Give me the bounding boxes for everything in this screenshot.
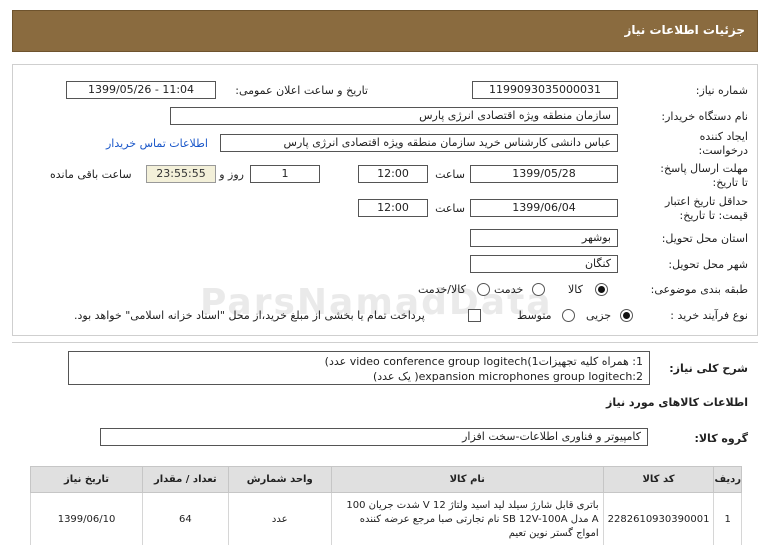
- page-header: جزئیات اطلاعات نیاز: [12, 10, 758, 52]
- cell-date: 1399/06/10: [29, 492, 144, 545]
- cell-unit: عدد: [227, 492, 332, 545]
- col-row: ردیف: [713, 466, 742, 493]
- remaining-time-field: 23:55:55: [146, 165, 216, 183]
- cell-code: 2282610930390001: [602, 492, 715, 545]
- goods-table: ردیف کد کالا نام کالا واحد شمارش تعداد /…: [29, 466, 742, 545]
- province-field[interactable]: بوشهر: [470, 229, 618, 247]
- validity-time-label: ساعت: [435, 202, 465, 215]
- category-both-label: کالا/خدمت: [418, 283, 466, 296]
- table-row[interactable]: 1 2282610930390001 باتری قابل شارژ سیلد …: [29, 492, 742, 545]
- process-minor-label: جزیی: [586, 309, 612, 322]
- buyer-org-label: نام دستگاه خریدار:: [661, 110, 748, 123]
- goods-group-label: گروه کالا:: [694, 432, 748, 445]
- cell-row: 1: [713, 492, 742, 545]
- buyer-org-field[interactable]: سازمان منطقه ویژه اقتصادی انرژی پارس: [170, 107, 618, 125]
- goods-group-field[interactable]: کامپیوتر و فناوری اطلاعات-سخت افزار: [100, 428, 648, 446]
- goods-table-header: ردیف کد کالا نام کالا واحد شمارش تعداد /…: [29, 466, 742, 493]
- need-number-field[interactable]: 1199093035000031: [472, 81, 618, 99]
- description-line-1: 1: همراه کلیه تجهیزات1)video conference …: [324, 355, 643, 368]
- page-title: جزئیات اطلاعات نیاز: [624, 23, 745, 37]
- buyer-contact-link[interactable]: اطلاعات تماس خریدار: [106, 137, 208, 150]
- process-minor-radio[interactable]: [620, 309, 633, 322]
- cell-qty: 64: [142, 492, 229, 545]
- category-both-radio[interactable]: [477, 283, 490, 296]
- announce-date-label: تاریخ و ساعت اعلان عمومی:: [235, 84, 368, 97]
- remaining-time-label: ساعت باقی مانده: [50, 168, 132, 181]
- col-unit: واحد شمارش: [227, 466, 332, 493]
- city-label: شهر محل تحویل:: [668, 258, 748, 271]
- col-code: کد کالا: [602, 466, 715, 493]
- treasury-bond-checkbox[interactable]: [468, 309, 481, 322]
- validity-label-1: حداقل تاریخ اعتبار: [664, 195, 748, 208]
- category-goods-radio[interactable]: [595, 283, 608, 296]
- process-medium-label: متوسط: [517, 309, 552, 322]
- days-remaining-field[interactable]: 1: [250, 165, 320, 183]
- goods-section-title: اطلاعات کالاهای مورد نیاز: [606, 396, 748, 409]
- days-label: روز و: [219, 168, 244, 181]
- col-qty: تعداد / مقدار: [142, 466, 229, 493]
- deadline-time-label: ساعت: [435, 168, 465, 181]
- category-service-radio[interactable]: [532, 283, 545, 296]
- deadline-label-2: تا تاریخ:: [712, 176, 748, 189]
- requester-label-1: ایجاد کننده: [699, 130, 748, 143]
- process-medium-radio[interactable]: [562, 309, 575, 322]
- process-type-label: نوع فرآیند خرید :: [670, 309, 748, 322]
- description-box: 1: همراه کلیه تجهیزات1)video conference …: [68, 351, 650, 385]
- province-label: استان محل تحویل:: [661, 232, 748, 245]
- announce-date-field[interactable]: 1399/05/26 - 11:04: [66, 81, 216, 99]
- need-number-label: شماره نیاز:: [695, 84, 748, 97]
- description-line-2: expansion microphones group logitech:2( …: [372, 370, 643, 383]
- category-goods-label: کالا: [568, 283, 583, 296]
- requester-label-2: درخواست:: [698, 144, 748, 157]
- cell-name-line-1: باتری قابل شارژ سیلد لید اسید ولتاژ 12 V…: [346, 499, 599, 511]
- cell-name: باتری قابل شارژ سیلد لید اسید ولتاژ 12 V…: [330, 492, 604, 545]
- col-date: تاریخ نیاز: [29, 466, 144, 493]
- col-name: نام کالا: [330, 466, 604, 493]
- cell-name-line-2: A مدل SB 12V-100A نام تجارتی صبا مرجع عر…: [359, 513, 599, 525]
- deadline-date-field[interactable]: 1399/05/28: [470, 165, 618, 183]
- cell-name-line-3: امواج گستر نوین تعیم: [508, 527, 599, 539]
- validity-time-field[interactable]: 12:00: [358, 199, 428, 217]
- treasury-bond-note: پرداخت تمام یا بخشی از مبلغ خرید،از محل …: [74, 309, 425, 322]
- validity-date-field[interactable]: 1399/06/04: [470, 199, 618, 217]
- city-field[interactable]: کنگان: [470, 255, 618, 273]
- description-label: شرح کلی نیاز:: [669, 362, 748, 375]
- deadline-time-field[interactable]: 12:00: [358, 165, 428, 183]
- deadline-label-1: مهلت ارسال پاسخ:: [660, 162, 748, 175]
- category-label: طبقه بندی موضوعی:: [650, 283, 748, 296]
- category-service-label: خدمت: [494, 283, 524, 296]
- requester-field[interactable]: عباس دانشی کارشناس خرید سازمان منطقه ویژ…: [220, 134, 618, 152]
- validity-label-2: قیمت: تا تاریخ:: [679, 209, 748, 222]
